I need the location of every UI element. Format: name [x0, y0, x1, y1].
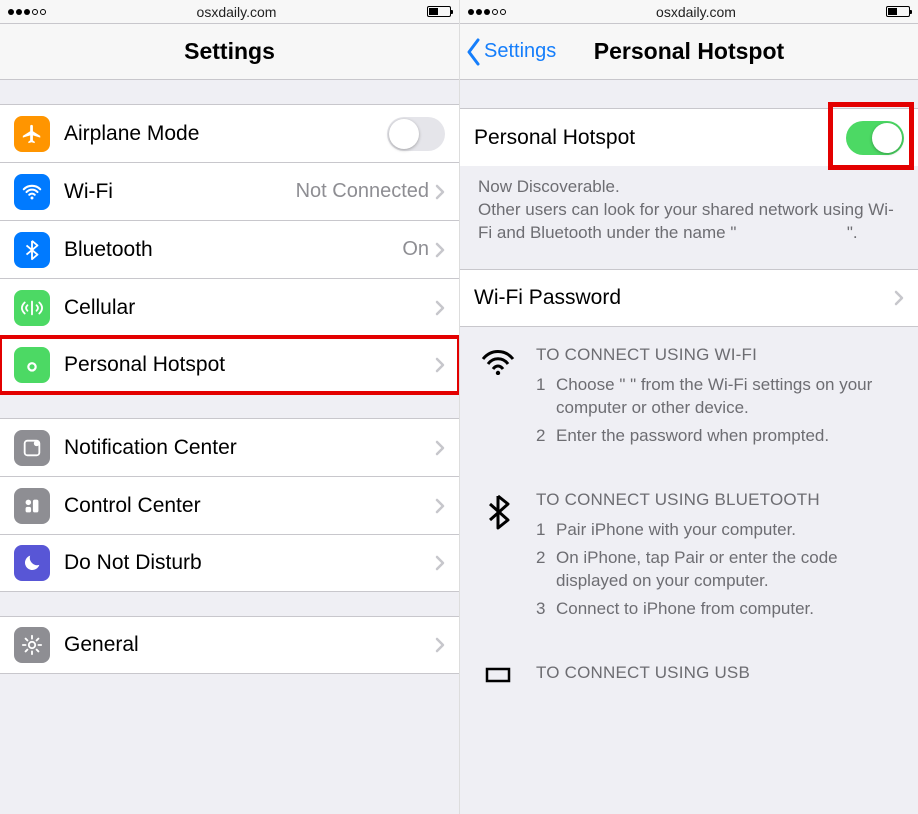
notification-icon	[14, 430, 50, 466]
chevron-right-icon	[894, 290, 904, 306]
row-value: On	[402, 238, 429, 261]
hotspot-icon	[14, 347, 50, 383]
row-label: General	[64, 633, 435, 657]
chevron-right-icon	[435, 357, 445, 373]
row-label: Wi-Fi	[64, 180, 296, 204]
row-label: Control Center	[64, 494, 435, 518]
row-label: Bluetooth	[64, 238, 402, 262]
instruction-step: 1Pair iPhone with your computer.	[536, 518, 900, 542]
wifi-icon	[14, 174, 50, 210]
gear-icon	[14, 627, 50, 663]
settings-screen: osxdaily.com Settings Airplane Mode Wi-Fi…	[0, 0, 459, 814]
row-label: Notification Center	[64, 436, 435, 460]
row-label: Airplane Mode	[64, 122, 387, 146]
status-bar: osxdaily.com	[460, 0, 918, 24]
airplane-icon	[14, 116, 50, 152]
status-domain: osxdaily.com	[197, 4, 277, 20]
instruction-step: 3Connect to iPhone from computer.	[536, 597, 900, 621]
back-button[interactable]: Settings	[466, 38, 556, 66]
chevron-right-icon	[435, 300, 445, 316]
page-title: Settings	[184, 38, 275, 65]
back-label: Settings	[484, 40, 556, 63]
row-label: Cellular	[64, 296, 435, 320]
nav-header: Settings	[0, 24, 459, 80]
discoverable-description: Now Discoverable. Other users can look f…	[460, 166, 918, 251]
bluetooth-icon	[14, 232, 50, 268]
moon-icon	[14, 545, 50, 581]
chevron-right-icon	[435, 498, 445, 514]
signal-dots-icon	[468, 9, 506, 15]
row-wifi[interactable]: Wi-FiNot Connected	[0, 162, 459, 220]
instruction-step: 2On iPhone, tap Pair or enter the code d…	[536, 546, 900, 594]
hotspot-body[interactable]: Personal Hotspot Now Discoverable. Other…	[460, 80, 918, 814]
settings-list[interactable]: Airplane ModeWi-FiNot ConnectedBluetooth…	[0, 80, 459, 814]
cellular-icon	[14, 290, 50, 326]
status-bar: osxdaily.com	[0, 0, 459, 24]
row-hotspot[interactable]: Personal Hotspot	[0, 336, 459, 394]
bluetooth-icon	[478, 488, 518, 625]
row-cellular[interactable]: Cellular	[0, 278, 459, 336]
row-label: Do Not Disturb	[64, 551, 435, 575]
chevron-left-icon	[466, 38, 482, 66]
nav-header: Settings Personal Hotspot	[460, 24, 918, 80]
row-dnd[interactable]: Do Not Disturb	[0, 534, 459, 592]
battery-icon	[427, 6, 451, 17]
instruction-step: 1Choose " " from the Wi-Fi settings on y…	[536, 373, 900, 421]
wifi-icon	[478, 343, 518, 452]
wifi-password-row[interactable]: Wi-Fi Password	[460, 269, 918, 327]
chevron-right-icon	[435, 242, 445, 258]
page-title: Personal Hotspot	[594, 38, 784, 65]
row-label: Personal Hotspot	[64, 353, 435, 377]
instructions-wifi: TO CONNECT USING WI-FI 1Choose " " from …	[460, 327, 918, 472]
row-label: Wi-Fi Password	[474, 286, 894, 310]
row-bluetooth[interactable]: BluetoothOn	[0, 220, 459, 278]
airplane-toggle[interactable]	[387, 117, 445, 151]
row-label: Personal Hotspot	[474, 126, 846, 150]
chevron-right-icon	[435, 184, 445, 200]
row-general[interactable]: General	[0, 616, 459, 674]
hotspot-screen: osxdaily.com Settings Personal Hotspot P…	[459, 0, 918, 814]
chevron-right-icon	[435, 440, 445, 456]
battery-icon	[886, 6, 910, 17]
signal-dots-icon	[8, 9, 46, 15]
control-icon	[14, 488, 50, 524]
hotspot-toggle-row[interactable]: Personal Hotspot	[460, 108, 918, 166]
chevron-right-icon	[435, 555, 445, 571]
row-control[interactable]: Control Center	[0, 476, 459, 534]
instructions-usb: TO CONNECT USING USB	[460, 645, 918, 691]
usb-icon	[478, 661, 518, 691]
row-value: Not Connected	[296, 180, 429, 203]
hotspot-toggle[interactable]	[846, 121, 904, 155]
status-domain: osxdaily.com	[656, 4, 736, 20]
instructions-bluetooth: TO CONNECT USING BLUETOOTH 1Pair iPhone …	[460, 472, 918, 645]
row-airplane[interactable]: Airplane Mode	[0, 104, 459, 162]
chevron-right-icon	[435, 637, 445, 653]
row-notif[interactable]: Notification Center	[0, 418, 459, 476]
instruction-step: 2Enter the password when prompted.	[536, 424, 900, 448]
